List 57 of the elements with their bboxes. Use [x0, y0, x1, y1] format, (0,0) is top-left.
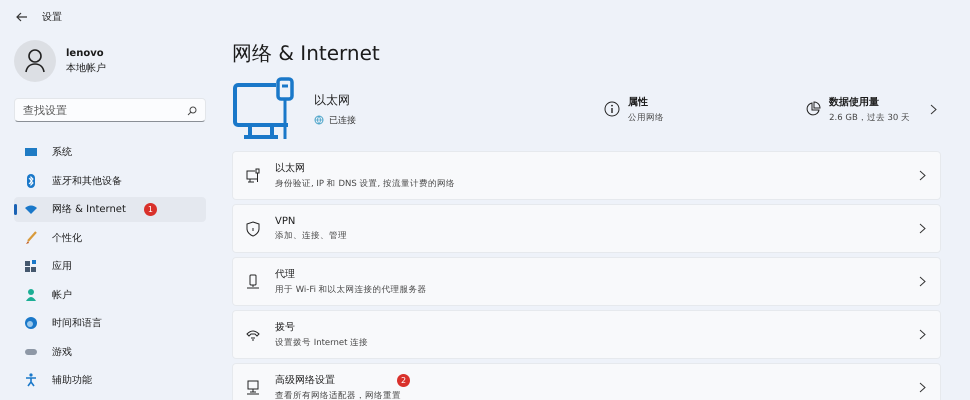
card-title: 代理 — [275, 268, 296, 281]
computer-icon — [245, 380, 261, 396]
sidebar-item[interactable]: 网络 & Internet 1 — [14, 197, 206, 222]
settings-card[interactable]: 以太网 身份验证, IP 和 DNS 设置, 按流量计费的网络 — [232, 151, 941, 200]
monitor-icon — [245, 168, 261, 184]
sidebar-item[interactable]: 时间和语言 — [14, 311, 206, 336]
account-type: 本地帐户 — [66, 62, 106, 74]
card-subtitle: 身份验证, IP 和 DNS 设置, 按流量计费的网络 — [275, 178, 455, 190]
shield-icon — [245, 220, 261, 236]
globe-icon — [314, 115, 324, 125]
chevron-right-icon — [919, 276, 926, 287]
notification-badge: 2 — [397, 374, 410, 386]
settings-card[interactable]: 拨号 设置拨号 Internet 连接 — [232, 310, 941, 359]
bluetooth-icon — [24, 174, 38, 188]
notification-badge: 1 — [144, 202, 157, 216]
card-subtitle: 用于 Wi-Fi 和以太网连接的代理服务器 — [275, 284, 427, 296]
card-title: 高级网络设置 2 — [275, 373, 410, 387]
sidebar-item[interactable]: 帐户 — [14, 282, 206, 307]
card-subtitle: 查看所有网络适配器，网络重置 — [275, 390, 402, 400]
card-subtitle: 设置拨号 Internet 连接 — [275, 337, 368, 349]
device-icon — [245, 274, 261, 290]
card-title: 拨号 — [275, 321, 296, 334]
selection-indicator — [14, 204, 17, 215]
card-subtitle: 添加、连接、管理 — [275, 230, 347, 242]
settings-card[interactable]: 代理 用于 Wi-Fi 和以太网连接的代理服务器 — [232, 257, 941, 306]
info-icon — [604, 101, 620, 117]
card-title: 以太网 — [275, 162, 306, 175]
card-title: VPN — [275, 216, 296, 226]
chevron-right-icon — [919, 382, 926, 393]
pie-chart-icon — [805, 101, 822, 117]
settings-card[interactable]: VPN 添加、连接、管理 — [232, 204, 941, 253]
chevron-right-icon — [919, 223, 926, 234]
properties-link[interactable]: 属性 公用网络 — [604, 94, 804, 124]
accessibility-icon — [24, 373, 38, 388]
window-title: 设置 — [42, 10, 62, 24]
data-usage-link[interactable]: 数据使用量 2.6 GB，过去 30 天 — [805, 94, 941, 124]
sidebar-item[interactable]: 游戏 — [14, 340, 206, 364]
chevron-right-icon — [919, 170, 926, 181]
sidebar-item[interactable]: 应用 — [14, 254, 206, 278]
account-icon — [24, 288, 38, 302]
apps-icon — [24, 259, 38, 274]
sidebar-item[interactable]: 蓝牙和其他设备 — [14, 168, 206, 193]
sidebar-item[interactable]: 个性化 — [14, 226, 206, 250]
page-title: 网络 & Internet — [232, 40, 381, 67]
connection-status: 已连接 — [329, 114, 356, 126]
search-icon — [187, 106, 197, 116]
chevron-right-icon — [919, 329, 926, 340]
avatar-icon — [14, 40, 56, 82]
search-field[interactable]: 查找设置 — [14, 98, 206, 122]
chevron-right-icon — [930, 104, 937, 114]
account-name: lenovo — [66, 48, 105, 58]
settings-card[interactable]: 高级网络设置 2 查看所有网络适配器，网络重置 — [232, 363, 941, 400]
personalize-icon — [24, 230, 38, 245]
sidebar-item[interactable]: 辅助功能 — [14, 368, 206, 392]
sidebar-item[interactable]: 系统 — [14, 140, 206, 164]
connection-name: 以太网 — [314, 92, 351, 108]
back-arrow-icon[interactable] — [16, 12, 28, 22]
